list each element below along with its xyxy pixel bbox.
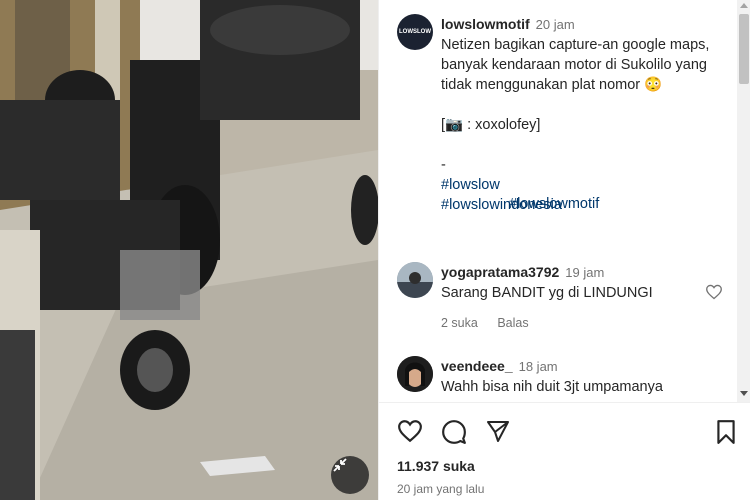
hashtag-link[interactable]: #lowslowmotif	[509, 194, 599, 214]
caption-separator: -	[441, 157, 446, 173]
caption-credit: [📷 : xoxolofey]	[441, 117, 541, 133]
street-view-image	[0, 0, 378, 500]
comments-scrollbar[interactable]	[737, 0, 750, 402]
post-username[interactable]: lowslowmotif	[441, 16, 530, 32]
scroll-up-arrow-icon[interactable]	[740, 3, 748, 8]
comment-bubble-icon[interactable]	[441, 419, 467, 445]
like-comment-heart-icon[interactable]	[705, 284, 723, 300]
avatar[interactable]	[397, 262, 433, 298]
avatar[interactable]	[397, 356, 433, 392]
post-detail-panel: LOWSLOW lowslowmotif 20 jam Netizen bagik…	[378, 0, 750, 500]
scroll-thumb[interactable]	[739, 14, 749, 84]
caption-content: lowslowmotif 20 jam Netizen bagikan captu…	[441, 14, 731, 215]
comment-likes[interactable]: 2 suka	[441, 316, 478, 330]
caption-text: Netizen bagikan capture-an google maps, …	[441, 37, 710, 93]
post-time: 20 jam	[535, 17, 575, 32]
likes-count[interactable]: 11.937 suka	[397, 458, 475, 474]
comment-time: 18 jam	[518, 359, 558, 374]
reply-button[interactable]: Balas	[497, 316, 528, 330]
share-paper-plane-icon[interactable]	[485, 419, 511, 443]
bookmark-icon[interactable]	[715, 419, 737, 445]
comment-username[interactable]: yogapratama3792	[441, 264, 559, 280]
expand-button[interactable]	[331, 456, 369, 494]
comment-username[interactable]: veendeee_	[441, 358, 513, 374]
scroll-down-arrow-icon[interactable]	[740, 391, 748, 396]
hashtag-link[interactable]: #lowslow	[441, 175, 731, 195]
post-timestamp: 20 jam yang lalu	[397, 482, 485, 496]
post-photo[interactable]	[0, 0, 378, 500]
collapse-arrows-icon	[333, 458, 347, 472]
like-heart-icon[interactable]	[397, 419, 423, 443]
comment-content: yogapratama3792 19 jam Sarang BANDIT yg d…	[441, 262, 711, 333]
comment-text: Sarang BANDIT yg di LINDUNGI	[441, 285, 653, 301]
comment-time: 19 jam	[565, 265, 605, 280]
avatar[interactable]: LOWSLOW	[397, 14, 433, 50]
comment-text: Wahh bisa nih duit 3jt umpamanya	[441, 379, 663, 395]
comments-scroll-area[interactable]: LOWSLOW lowslowmotif 20 jam Netizen bagik…	[379, 0, 737, 402]
avatar-logo-text: LOWSLOW	[399, 29, 431, 35]
comment-content: veendeee_ 18 jam Wahh bisa nih duit 3jt u…	[441, 356, 711, 397]
post-footer: 11.937 suka 20 jam yang lalu	[379, 402, 750, 500]
action-bar	[397, 419, 737, 447]
